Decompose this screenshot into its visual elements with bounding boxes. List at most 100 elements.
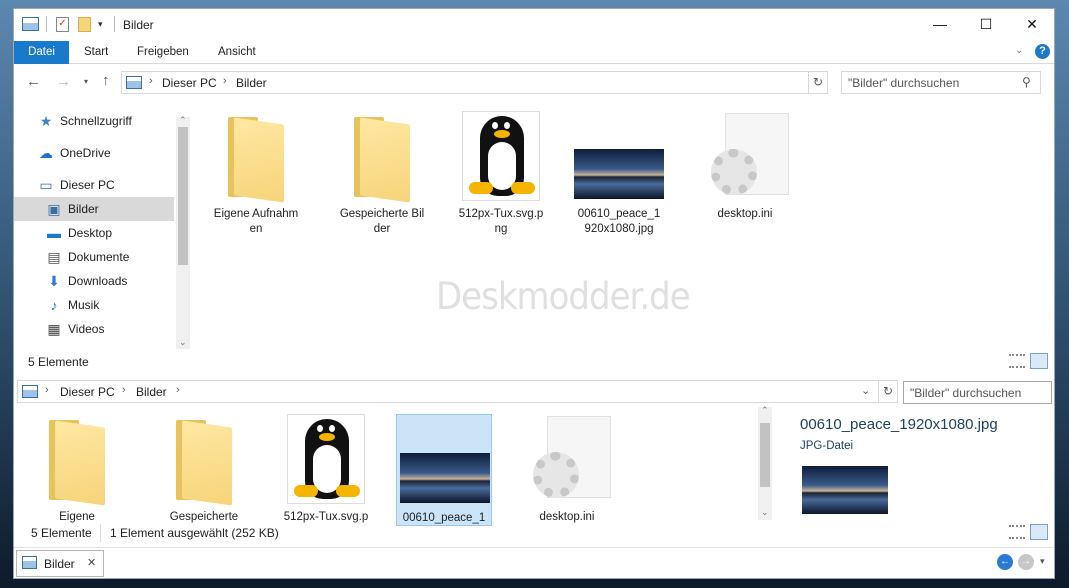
sidebar-item-musik[interactable]: ♪ Musik	[14, 293, 174, 317]
quick-access-dropdown-icon[interactable]: ▾	[98, 19, 103, 30]
photo-thumbnail	[574, 149, 664, 199]
tab-ansicht[interactable]: Ansicht	[218, 41, 256, 64]
tab-freigeben[interactable]: Freigeben	[137, 41, 189, 64]
window-title: Bilder	[123, 18, 154, 32]
file-name: Gespeicherte	[169, 511, 239, 523]
minimize-button[interactable]: —	[917, 9, 963, 39]
bottom-search-input[interactable]: "Bilder" durchsuchen	[903, 381, 1052, 404]
nav-scrollbar[interactable]: ⌃ ⌄	[176, 115, 190, 349]
forward-arrow-icon[interactable]: →	[56, 73, 71, 90]
ribbon-expand-icon[interactable]: ⌄	[1015, 45, 1023, 56]
window-app-icon	[22, 17, 39, 31]
large-icons-view-icon[interactable]	[1030, 353, 1048, 369]
tab-close-icon[interactable]: ✕	[87, 556, 96, 569]
scroll-up-icon[interactable]: ⌃	[179, 115, 187, 126]
ribbon-tabs: Datei Start Freigeben Ansicht ⌄ ?	[14, 41, 1054, 64]
file-name: Eigene Aufnahmen	[213, 208, 299, 235]
bottom-scroll-thumb[interactable]	[760, 423, 770, 487]
details-view-icon[interactable]	[1009, 354, 1025, 368]
download-icon: ⬇	[48, 273, 60, 289]
breadcrumb-separator-icon: ›	[45, 384, 49, 396]
tab-bilder[interactable]: Bilder ✕	[16, 550, 104, 577]
sidebar-item-label: Downloads	[68, 274, 128, 288]
gear-icon	[533, 452, 579, 498]
breadcrumb-bilder[interactable]: Bilder	[236, 76, 267, 90]
bottom-scrollbar[interactable]: ⌃ ⌄	[758, 405, 772, 520]
bottom-details-view-icon[interactable]	[1009, 525, 1025, 539]
address-bar[interactable]: › Dieser PC › Bilder ⌄	[121, 71, 827, 94]
back-arrow-icon[interactable]: ←	[26, 73, 41, 90]
bottom-refresh-icon: ↻	[883, 384, 894, 398]
breadcrumb-separator-icon: ›	[149, 75, 153, 87]
nav-back-circle-icon[interactable]: ←	[997, 554, 1013, 570]
nav-scroll-thumb[interactable]	[178, 127, 188, 265]
sidebar-item-label: Musik	[68, 298, 100, 312]
photo-thumbnail	[400, 453, 490, 503]
sidebar-item-label: Videos	[68, 322, 105, 336]
gear-icon	[711, 149, 757, 195]
bottom-divider	[14, 547, 1054, 548]
nav-forward-circle-icon[interactable]: →	[1018, 554, 1034, 570]
star-icon: ★	[39, 113, 53, 129]
file-item[interactable]: Eigene Aufnahmen	[208, 111, 304, 237]
nav-history-dropdown-icon[interactable]: ▾	[1040, 556, 1045, 567]
file-item[interactable]: 512px-Tux.svg.png	[453, 111, 549, 237]
explorer-window: ✓ ▾ Bilder — ☐ ✕ Datei Start Freigeben A…	[13, 8, 1055, 579]
sidebar-item-schnellzugriff[interactable]: ★ Schnellzugriff	[14, 109, 174, 133]
tab-datei[interactable]: Datei	[14, 41, 69, 64]
scroll-down-icon[interactable]: ⌄	[179, 337, 187, 348]
file-item[interactable]: 512px-Tux.svg.pn	[278, 414, 374, 526]
file-name: Gespeicherte Bilder	[339, 208, 425, 235]
tux-image	[462, 111, 540, 201]
sidebar-item-onedrive[interactable]: ☁ OneDrive	[14, 141, 174, 165]
sidebar-item-videos[interactable]: ▦ Videos	[14, 317, 174, 341]
file-item[interactable]: desktop.ini	[697, 111, 793, 222]
sidebar-item-label: OneDrive	[60, 146, 111, 160]
breadcrumb-dieser-pc[interactable]: Dieser PC	[162, 76, 217, 90]
tab-start[interactable]: Start	[84, 41, 108, 64]
help-icon[interactable]: ?	[1035, 44, 1050, 59]
properties-icon[interactable]: ✓	[56, 17, 69, 32]
sidebar-item-dokumente[interactable]: ▤ Dokumente	[14, 245, 174, 269]
title-bar: ✓ ▾ Bilder — ☐ ✕	[14, 9, 1054, 41]
file-item[interactable]: 00610_peace_192	[396, 414, 492, 526]
search-input[interactable]: "Bilder" durchsuchen ⚲	[841, 71, 1041, 94]
bottom-scroll-down-icon[interactable]: ⌄	[761, 507, 769, 518]
file-name: 00610_peace_1920x1080.jpg	[577, 208, 661, 235]
sidebar-item-bilder[interactable]: ▣ Bilder	[14, 197, 174, 221]
maximize-button[interactable]: ☐	[963, 9, 1009, 39]
file-item[interactable]: desktop.ini	[519, 414, 615, 526]
refresh-icon: ↻	[813, 75, 824, 89]
tab-label: Bilder	[44, 557, 75, 571]
search-icon: ⚲	[1022, 75, 1031, 89]
new-folder-icon[interactable]	[78, 17, 91, 32]
file-item[interactable]: 00610_peace_1920x1080.jpg	[571, 111, 667, 237]
bottom-status-count: 5 Elemente	[31, 526, 92, 540]
bottom-large-icons-view-icon[interactable]	[1030, 524, 1048, 540]
bottom-scroll-up-icon[interactable]: ⌃	[761, 405, 769, 416]
top-status-count: 5 Elemente	[28, 355, 89, 369]
file-item[interactable]: Eigene	[29, 414, 125, 526]
bottom-breadcrumb-dieser-pc[interactable]: Dieser PC	[60, 385, 115, 399]
sidebar-item-desktop[interactable]: ▬ Desktop	[14, 221, 174, 245]
bottom-status-selection: 1 Element ausgewählt (252 KB)	[110, 526, 279, 540]
sidebar-item-downloads[interactable]: ⬇ Downloads	[14, 269, 174, 293]
breadcrumb-separator-icon: ›	[223, 75, 227, 87]
bottom-refresh-button[interactable]: ↻	[878, 380, 898, 403]
up-arrow-icon[interactable]: ↑	[102, 72, 110, 89]
file-item[interactable]: Gespeicherte Bilder	[334, 111, 430, 237]
file-item[interactable]: Gespeicherte	[156, 414, 252, 526]
breadcrumb-separator-icon: ›	[122, 384, 126, 396]
bottom-address-bar[interactable]: › Dieser PC › Bilder › ⌄	[17, 380, 879, 403]
sidebar-item-label: Schnellzugriff	[60, 114, 132, 128]
file-name: Eigene	[59, 511, 95, 523]
refresh-button[interactable]: ↻	[808, 71, 828, 94]
recent-locations-icon[interactable]: ▾	[84, 77, 88, 86]
preview-filename: 00610_peace_1920x1080.jpg	[800, 416, 998, 433]
bottom-breadcrumb-bilder[interactable]: Bilder	[136, 385, 167, 399]
cloud-icon: ☁	[39, 145, 53, 161]
sidebar-item-label: Dieser PC	[60, 178, 115, 192]
sidebar-item-dieser-pc[interactable]: ▭ Dieser PC	[14, 173, 174, 197]
close-button[interactable]: ✕	[1009, 9, 1054, 39]
bottom-address-dropdown-icon[interactable]: ⌄	[861, 384, 870, 397]
